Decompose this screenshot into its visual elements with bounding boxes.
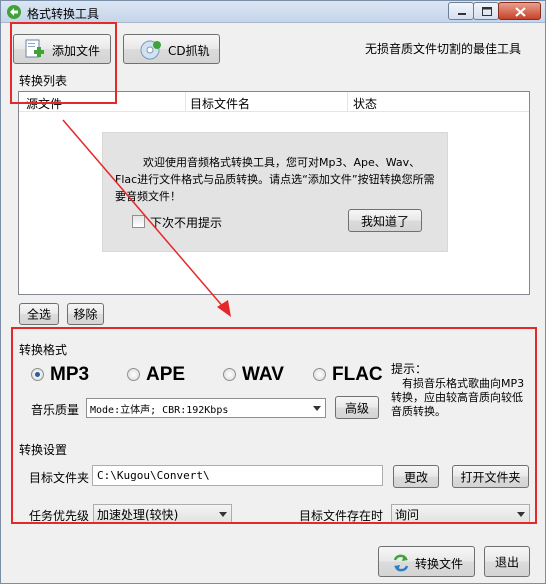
app-window: 格式转换工具 添加文件 CD抓轨 无损音质文件切割的最佳工具 转换列表 源文件 … (0, 0, 546, 584)
annotation-arrow (62, 119, 231, 317)
